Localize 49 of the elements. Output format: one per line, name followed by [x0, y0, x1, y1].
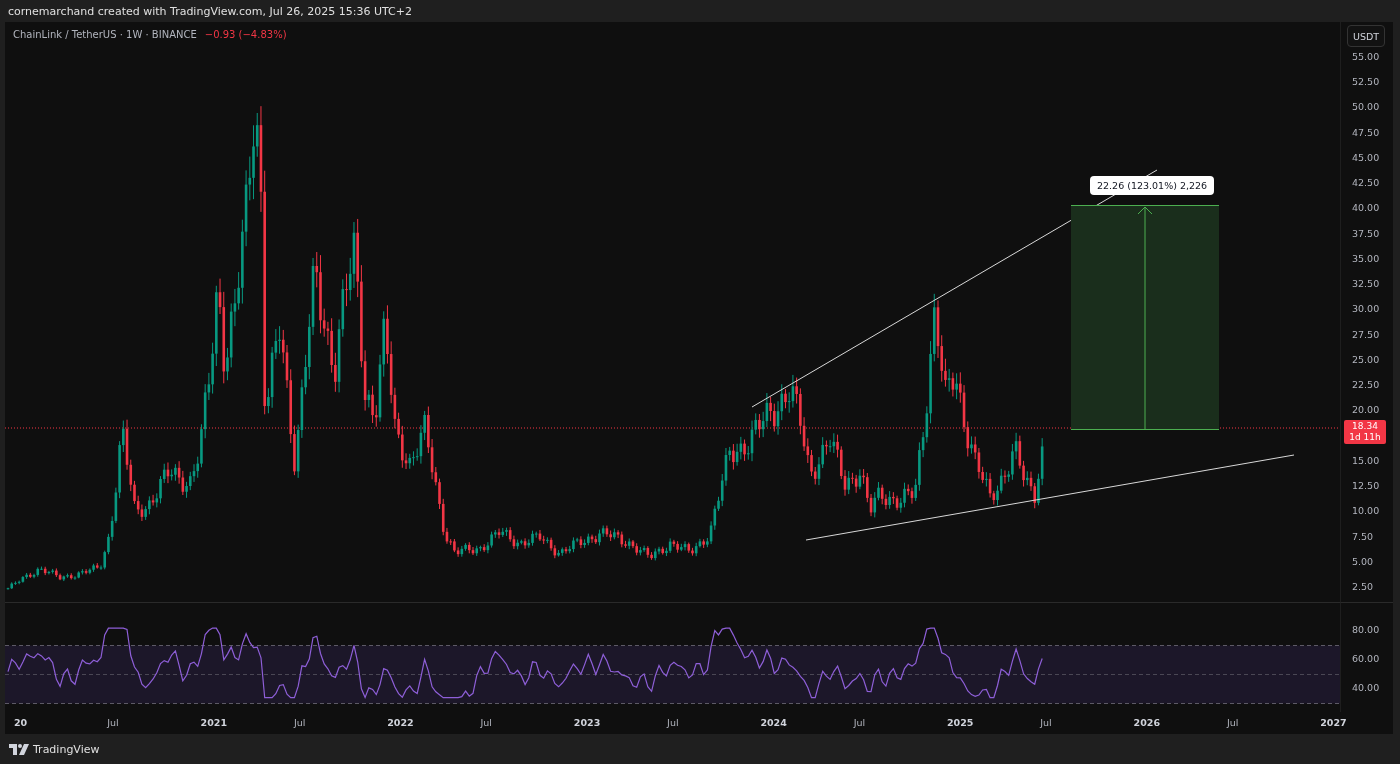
time-tick: Jul: [853, 717, 866, 728]
price-tick: 7.50: [1352, 530, 1374, 542]
price-tick: 42.50: [1352, 177, 1380, 189]
time-tick: 2021: [200, 717, 228, 728]
time-tick: 2024: [760, 717, 787, 728]
time-tick: Jul: [293, 717, 306, 728]
time-tick: 20: [14, 717, 28, 728]
rsi-tick: 80.00: [1352, 624, 1380, 635]
time-tick: Jul: [1226, 717, 1239, 728]
bar-countdown: 1d 11h: [1349, 432, 1381, 443]
price-tick: 22.50: [1352, 379, 1380, 391]
rsi-tick: 40.00: [1352, 682, 1380, 693]
price-tick: 35.00: [1352, 252, 1380, 264]
price-tick: 45.00: [1352, 151, 1380, 163]
time-tick: 2027: [1320, 717, 1347, 728]
time-tick: 2025: [947, 717, 974, 728]
price-tick: 30.00: [1352, 303, 1380, 315]
rsi-tick: 60.00: [1352, 653, 1380, 664]
symbol-title: ChainLink / TetherUS · 1W · BINANCE: [13, 29, 197, 40]
price-tick: 5.00: [1352, 555, 1374, 567]
time-tick: Jul: [107, 717, 119, 728]
price-tick: 15.00: [1352, 454, 1380, 466]
price-tick: 25.00: [1352, 353, 1380, 365]
price-tick: 2.50: [1352, 581, 1374, 593]
price-tick: 50.00: [1352, 101, 1380, 113]
price-tick: 55.00: [1352, 51, 1380, 62]
price-tick: 47.50: [1352, 126, 1380, 138]
price-change: −0.93 (−4.83%): [204, 29, 287, 40]
price-tick: 12.50: [1352, 480, 1380, 492]
chart-caption: cornemarchand created with TradingView.com, Jul 26, 2025 15:36 UTC+2: [8, 4, 412, 18]
brand-name: TradingView: [33, 743, 100, 756]
time-tick: Jul: [480, 717, 492, 728]
price-tick: 37.50: [1352, 227, 1380, 239]
time-tick: Jul: [1040, 717, 1052, 728]
measure-label: 22.26 (123.01%) 2,226: [1090, 176, 1215, 195]
time-tick: 2026: [1133, 717, 1161, 728]
price-tick: 32.50: [1352, 278, 1380, 290]
last-price: 18.34: [1352, 421, 1378, 432]
tradingview-logo-icon: [9, 744, 29, 755]
trend-line[interactable]: [805, 454, 1295, 541]
price-tick: 20.00: [1352, 404, 1380, 416]
price-tick: 10.00: [1352, 505, 1380, 517]
time-tick: Jul: [667, 717, 679, 728]
time-tick: 2023: [573, 717, 601, 728]
price-tick: 40.00: [1352, 202, 1380, 214]
time-tick: 2022: [387, 717, 414, 728]
currency-button[interactable]: USDT: [1347, 25, 1385, 47]
price-tick: 52.50: [1352, 76, 1380, 88]
price-tick: 27.50: [1352, 328, 1380, 340]
